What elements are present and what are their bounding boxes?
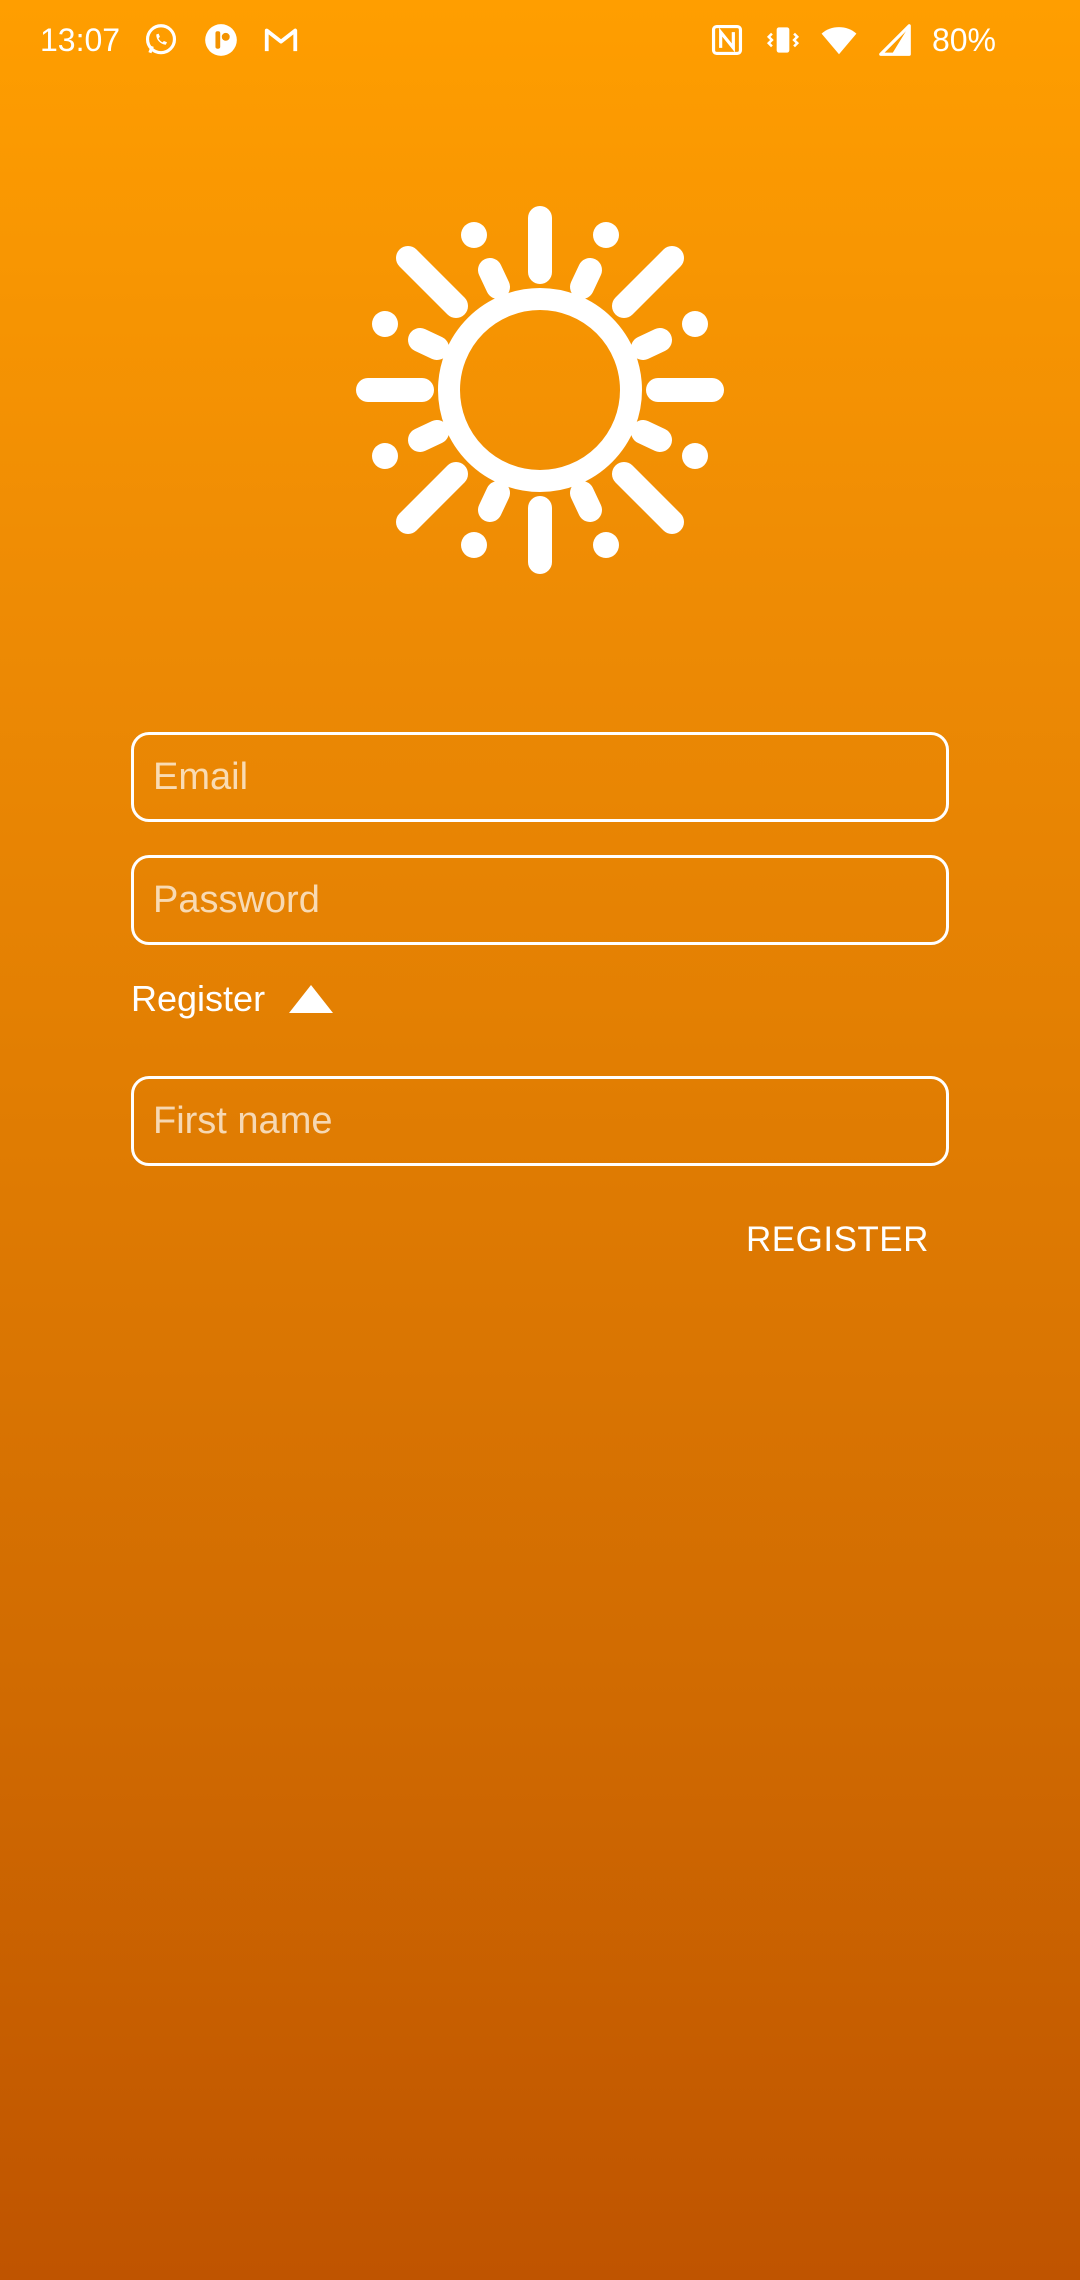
whatsapp-icon: [142, 21, 180, 59]
vibrate-icon: [764, 21, 802, 59]
gmail-icon: [262, 21, 300, 59]
nfc-icon: [708, 21, 746, 59]
password-field[interactable]: [131, 855, 949, 945]
status-left: 13:07: [40, 21, 300, 59]
email-field[interactable]: [131, 732, 949, 822]
battery-percentage: 80%: [931, 21, 996, 58]
email-input[interactable]: [153, 755, 927, 799]
status-right: 80%: [708, 21, 1040, 59]
register-button[interactable]: REGISTER: [720, 1210, 955, 1270]
register-toggle-label: Register: [131, 978, 266, 1019]
wifi-icon: [820, 21, 858, 59]
triangle-up-icon[interactable]: [287, 983, 335, 1015]
status-bar: 13:07 80%: [0, 0, 1080, 80]
sun-icon: [355, 205, 725, 575]
first-name-field[interactable]: [131, 1076, 949, 1166]
status-time: 13:07: [40, 21, 121, 58]
register-toggle[interactable]: Register: [131, 974, 949, 1024]
app-icon: [202, 21, 240, 59]
signal-icon: [876, 21, 914, 59]
password-input[interactable]: [153, 878, 927, 922]
first-name-input[interactable]: [153, 1099, 927, 1143]
login-form: Register: [131, 732, 949, 1199]
